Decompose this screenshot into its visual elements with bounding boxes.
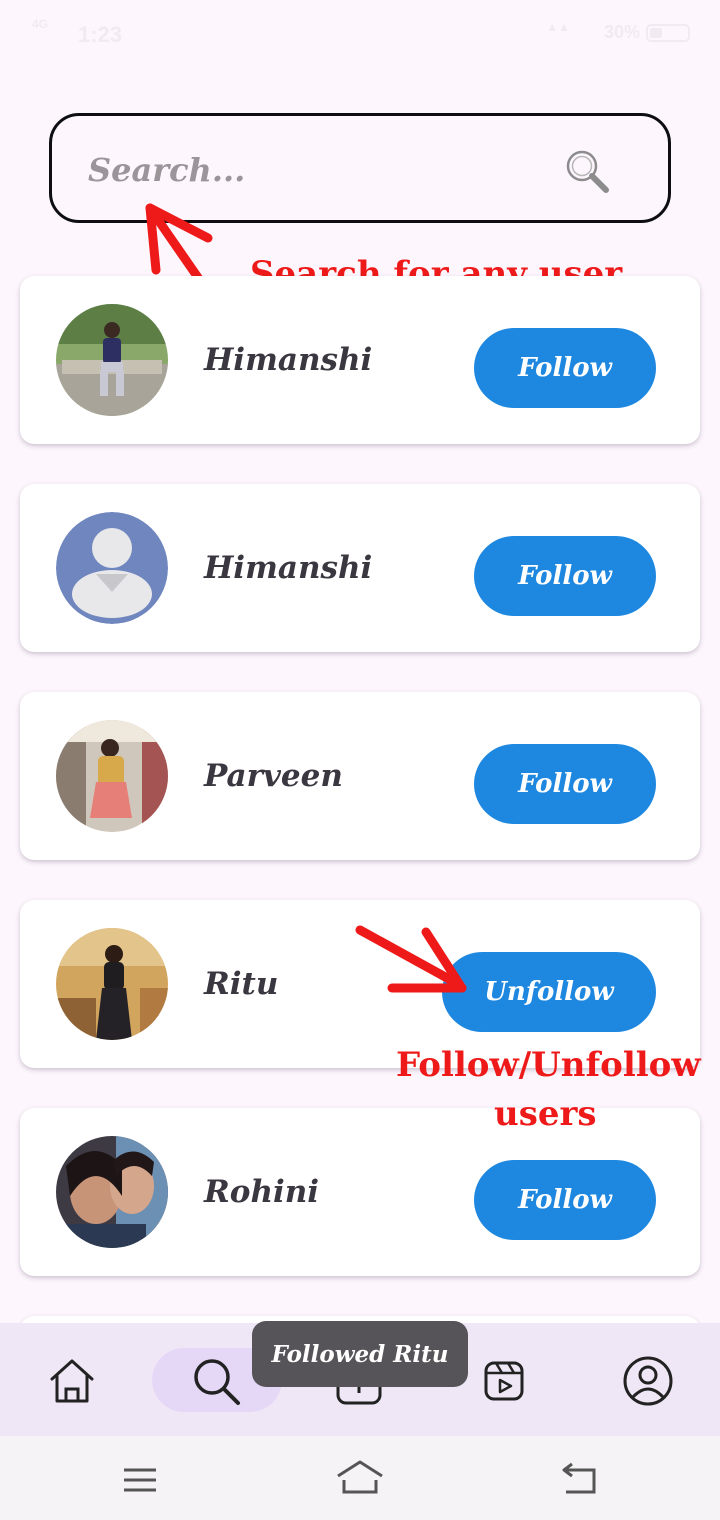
avatar[interactable]	[56, 720, 168, 832]
annotation-arrow-follow	[355, 925, 467, 993]
status-time: 1:23	[78, 22, 123, 47]
annotation-follow-hint-line2: users	[494, 1094, 597, 1134]
back-icon[interactable]	[560, 1460, 600, 1500]
default-avatar[interactable]	[56, 512, 168, 624]
user-card[interactable]: Rohini Follow	[20, 1108, 700, 1276]
follow-button[interactable]: Follow	[474, 536, 656, 616]
avatar[interactable]	[56, 1136, 168, 1248]
search-icon[interactable]	[188, 1353, 244, 1409]
follow-button[interactable]: Follow	[474, 1160, 656, 1240]
user-name[interactable]: Parveen	[204, 758, 343, 794]
reels-icon[interactable]	[476, 1353, 532, 1409]
search-icon[interactable]	[562, 146, 612, 196]
home-icon[interactable]	[44, 1353, 100, 1409]
avatar[interactable]	[56, 928, 168, 1040]
status-bar: 4G 1:23 ▲▲ 30%	[0, 0, 720, 64]
annotation-follow-hint-line1: Follow/Unfollow	[396, 1045, 701, 1085]
toast-message: Followed Ritu	[252, 1321, 468, 1387]
battery-percent: 30%	[603, 22, 640, 42]
profile-icon[interactable]	[620, 1353, 676, 1409]
wifi-icon: ▲▲	[546, 20, 570, 34]
follow-button[interactable]: Follow	[474, 328, 656, 408]
user-name[interactable]: Himanshi	[204, 342, 372, 378]
user-card[interactable]: Parveen Follow	[20, 692, 700, 860]
signal-indicator: 4G	[32, 17, 49, 31]
user-name[interactable]: Himanshi	[204, 550, 372, 586]
system-navigation-bar	[0, 1436, 720, 1520]
follow-button[interactable]: Follow	[474, 744, 656, 824]
battery-icon	[646, 24, 690, 42]
recent-apps-icon[interactable]	[120, 1460, 160, 1500]
avatar[interactable]	[56, 304, 168, 416]
home-nav-icon[interactable]	[334, 1458, 386, 1498]
search-input[interactable]	[88, 146, 508, 194]
unfollow-button[interactable]: Unfollow	[442, 952, 656, 1032]
user-name[interactable]: Rohini	[204, 1174, 319, 1210]
user-card[interactable]: Himanshi Follow	[20, 276, 700, 444]
user-card[interactable]: Himanshi Follow	[20, 484, 700, 652]
user-name[interactable]: Ritu	[204, 966, 278, 1002]
